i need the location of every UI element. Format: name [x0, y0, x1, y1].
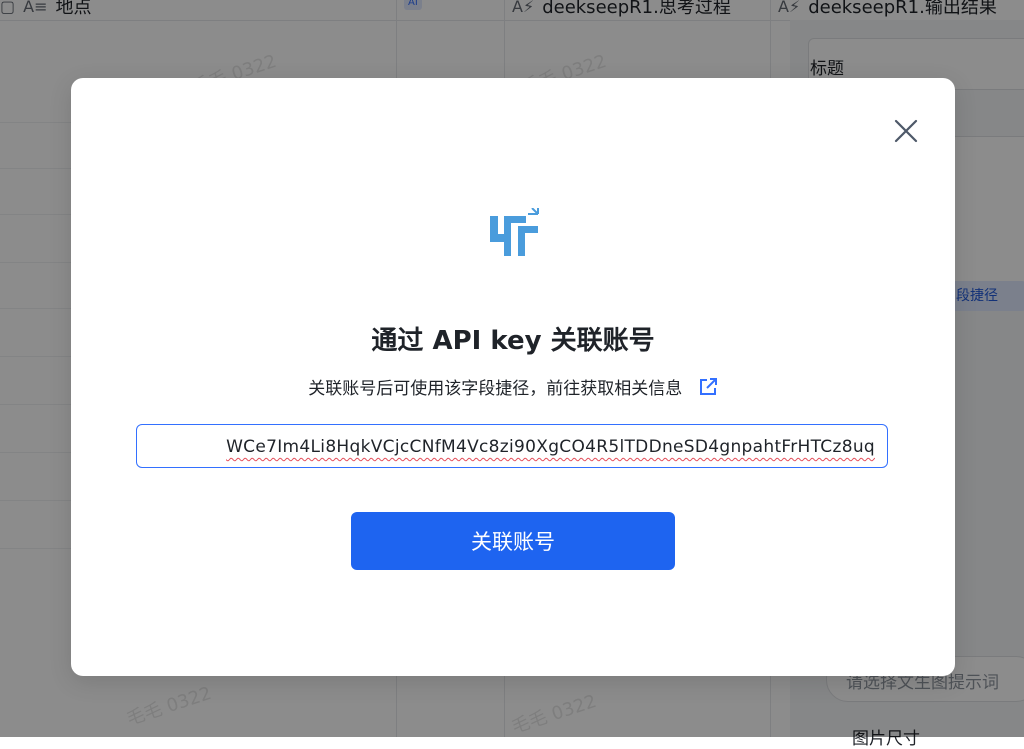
dialog-subtitle-text: 关联账号后可使用该字段捷径，前往获取相关信息 — [308, 379, 683, 399]
link-account-dialog: 通过 API key 关联账号 关联账号后可使用该字段捷径，前往获取相关信息 W… — [71, 78, 955, 676]
external-link-icon[interactable] — [698, 377, 718, 402]
close-icon[interactable] — [891, 116, 921, 146]
api-key-value: WCe7Im4Li8HqkVCjcCNfM4Vc8zi90XgCO4R5lTDD… — [226, 437, 875, 457]
dialog-title: 通过 API key 关联账号 — [371, 326, 655, 356]
dialog-subtitle: 关联账号后可使用该字段捷径，前往获取相关信息 — [71, 374, 955, 402]
link-account-button[interactable]: 关联账号 — [351, 512, 675, 570]
feishu-shortcut-logo-icon — [487, 207, 543, 260]
api-key-input[interactable]: WCe7Im4Li8HqkVCjcCNfM4Vc8zi90XgCO4R5lTDD… — [136, 424, 888, 468]
